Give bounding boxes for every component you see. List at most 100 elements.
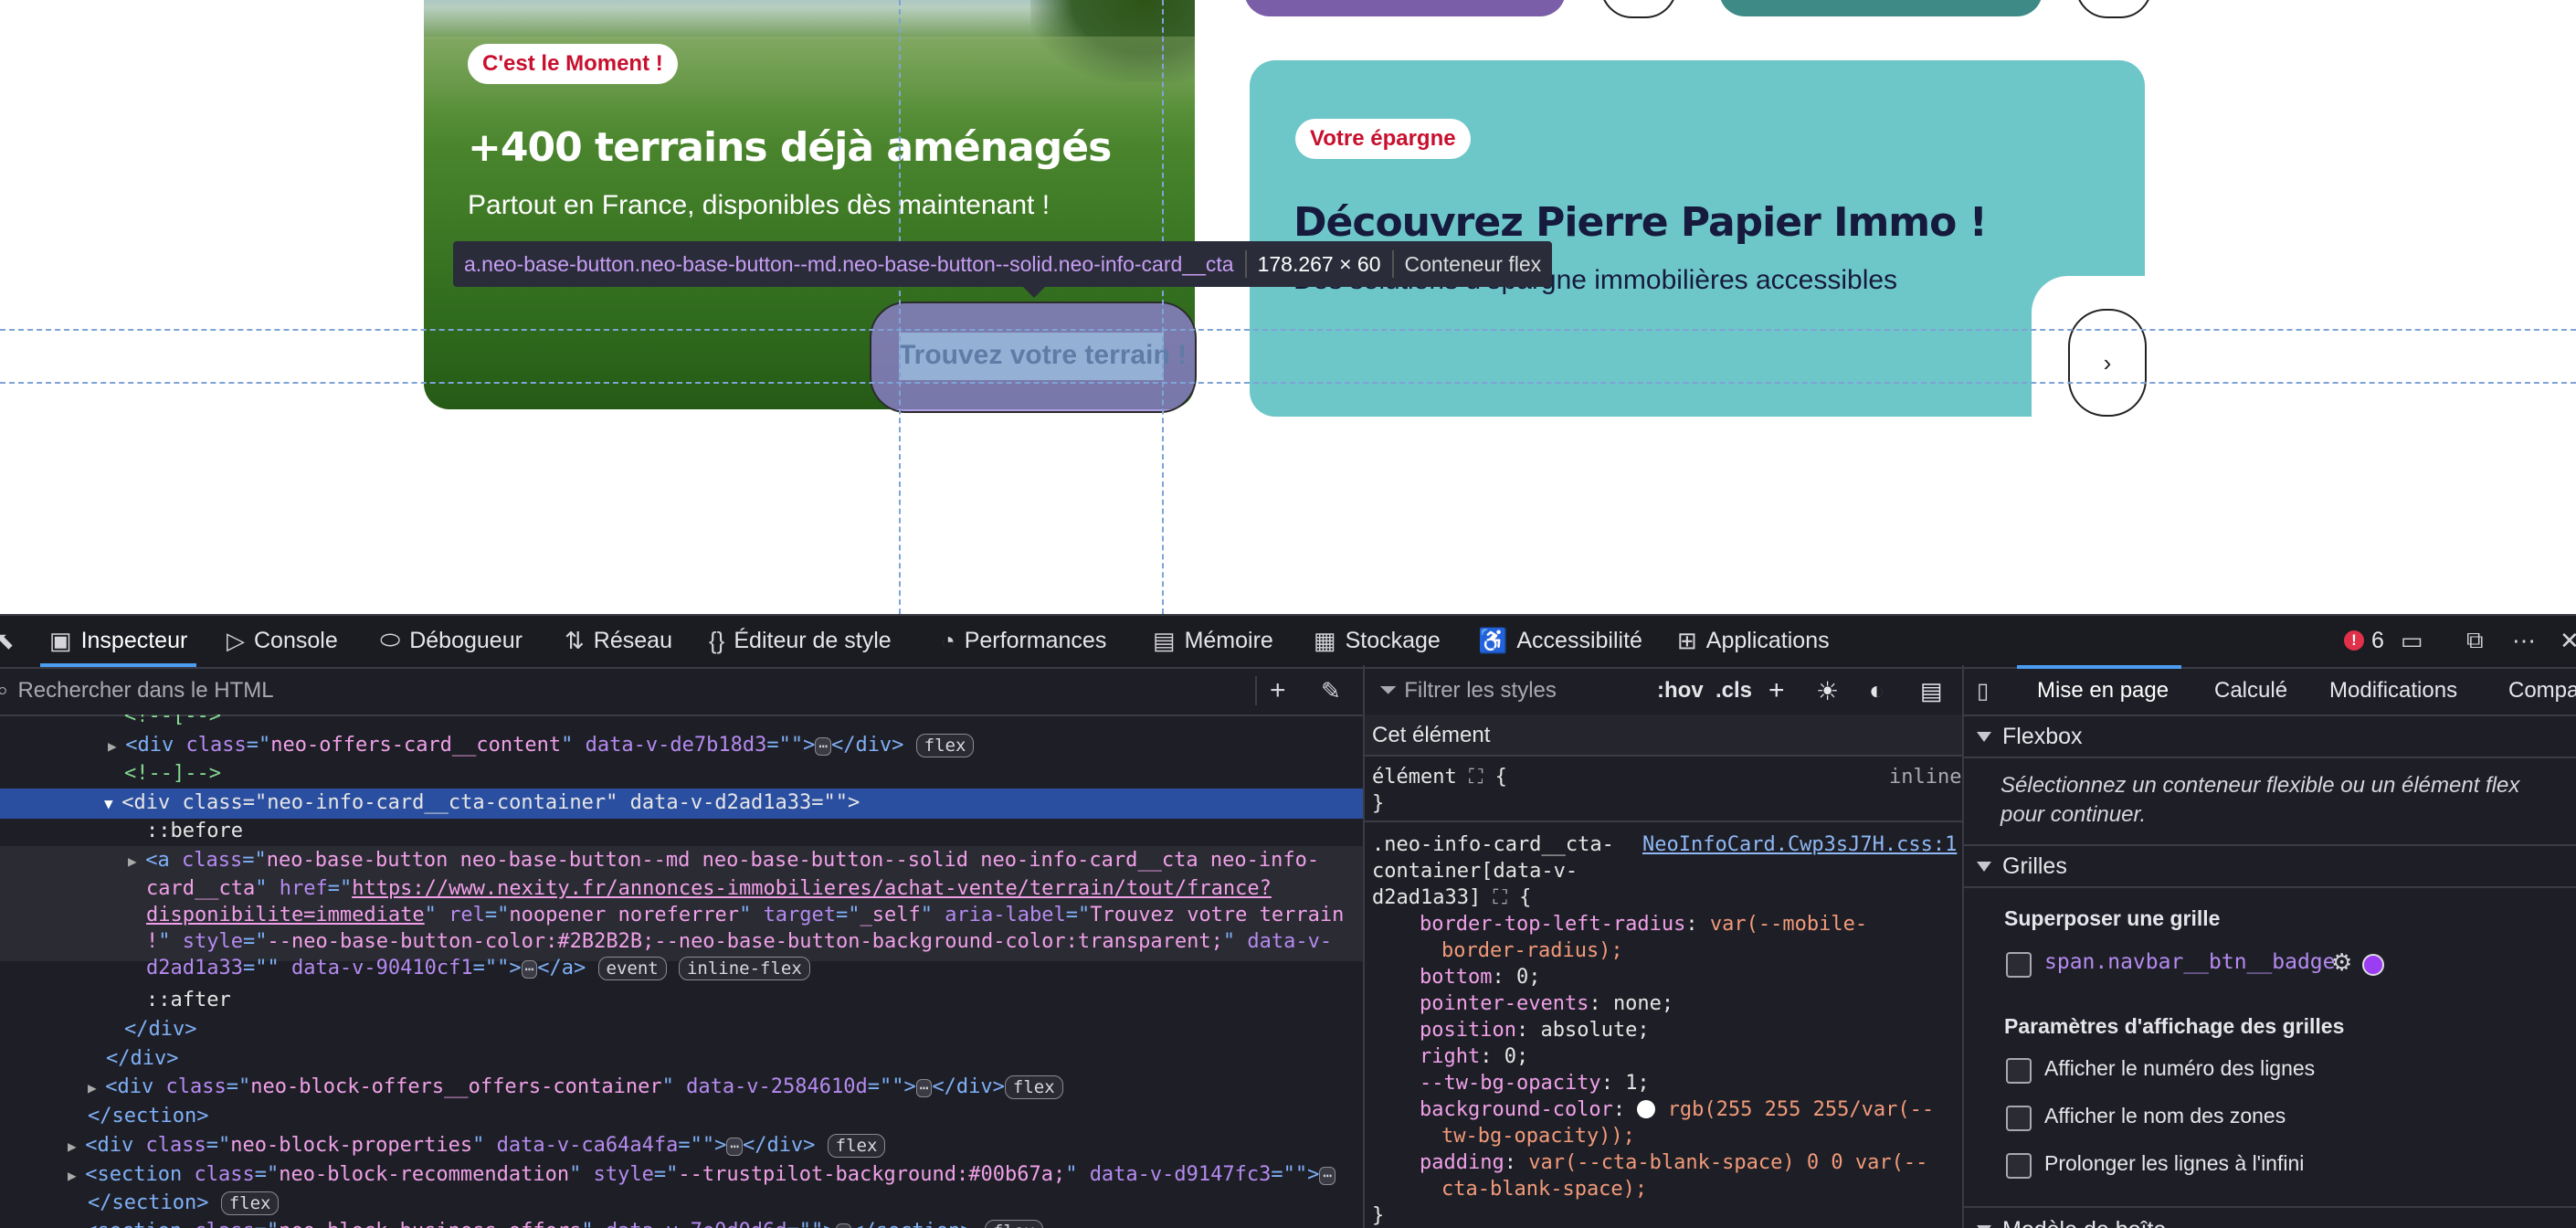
tree-line-selected[interactable]: ▼ <div class="neo-info-card__cta-contain…	[0, 789, 1363, 819]
line-numbers-checkbox[interactable]	[2006, 1058, 2032, 1084]
pick-element-button[interactable]: ⬉	[0, 625, 24, 656]
layout-panel: Flexbox Sélectionnez un conteneur flexib…	[1964, 715, 2576, 1228]
grids-section-header[interactable]: Grilles	[1977, 848, 2067, 884]
section-title: Cet élément	[1372, 723, 1491, 747]
dark-theme-icon[interactable]: ◐	[1869, 676, 1884, 705]
tab-memoire[interactable]: ▤ Mémoire	[1153, 625, 1273, 656]
tree-line[interactable]: ::before	[146, 817, 243, 846]
active-tab-indicator	[2017, 665, 2181, 669]
collapse-triangle-icon	[1977, 1224, 1991, 1228]
cls-toggle[interactable]: .cls	[1716, 678, 1752, 704]
tab-console[interactable]: ▷ Console	[227, 625, 338, 656]
highlight-target-icon[interactable]: ⚙	[2331, 948, 2352, 977]
tab-label: Console	[254, 627, 338, 653]
tab-label: Débogueur	[409, 627, 523, 653]
grid-color-swatch[interactable]	[2362, 954, 2384, 976]
tree-line[interactable]: ▶ <a class="neo-base-button neo-base-but…	[128, 846, 1319, 876]
grid-element-link[interactable]: span.navbar__btn__badge	[2044, 950, 2336, 974]
tree-line[interactable]: ▶ <section class="neo-block-recommendati…	[68, 1160, 1336, 1191]
tab-compatibilite[interactable]: Compa	[2508, 678, 2576, 704]
declaration[interactable]: padding: var(--cta-blank-space) 0 0 var(…	[1420, 1149, 1927, 1176]
tab-accessibilite[interactable]: ♿ Accessibilité	[1478, 625, 1642, 656]
declaration[interactable]: background-color: rgb(255 255 255/var(--	[1420, 1096, 1934, 1123]
storage-icon: ▦	[1314, 626, 1336, 654]
element-rule[interactable]: élément ⛶ {	[1372, 764, 1507, 790]
html-search-input[interactable]: Rechercher dans le HTML	[17, 678, 273, 704]
add-rule-icon[interactable]: +	[1768, 675, 1785, 706]
tree-line[interactable]: ▶ <div class="neo-offers-card__content" …	[108, 731, 975, 761]
declaration-cont: border-radius);	[1441, 939, 1623, 962]
area-names-checkbox[interactable]	[2006, 1106, 2032, 1131]
tab-editeur-style[interactable]: {} Éditeur de style	[709, 625, 892, 656]
tree-line[interactable]: </section>	[88, 1102, 208, 1131]
box-model-section-header[interactable]: Modèle de boîte	[1977, 1212, 2166, 1228]
tab-label: Éditeur de style	[734, 627, 892, 653]
section-divider	[1964, 1206, 2576, 1208]
tree-line[interactable]: <!--[-->	[124, 715, 221, 731]
collapse-triangle-icon	[1977, 861, 1991, 872]
declaration[interactable]: right: 0;	[1420, 1043, 1528, 1070]
purple-card-partial[interactable]	[1244, 0, 1566, 16]
flexbox-section-header[interactable]: Flexbox	[1977, 718, 2083, 755]
tree-line[interactable]: ▶ <div class="neo-block-offers__offers-c…	[88, 1073, 1063, 1103]
print-media-icon[interactable]: ▤	[1920, 677, 1943, 705]
split-console-button[interactable]: ▭	[2401, 625, 2433, 656]
teal-card-partial[interactable]	[1719, 0, 2043, 16]
grids-title: Grilles	[2002, 852, 2067, 879]
tree-line[interactable]: !" style="--neo-base-button-color:#2B2B2…	[146, 927, 1332, 957]
tab-inspecteur[interactable]: ▣ Inspecteur	[39, 625, 197, 667]
tree-line[interactable]: ▶ <section class="neo-block-business-off…	[68, 1217, 1043, 1228]
color-swatch[interactable]	[1637, 1100, 1656, 1118]
tree-line[interactable]: card__cta" href="https://www.nexity.fr/a…	[146, 874, 1272, 904]
tab-mise-en-page[interactable]: Mise en page	[2037, 678, 2169, 704]
tree-line[interactable]: ::after	[146, 986, 231, 1015]
dock-button[interactable]: ⧉	[2466, 625, 2493, 656]
tree-line[interactable]: </section> flex	[88, 1189, 280, 1218]
devtools-panel: ⬉ ▣ Inspecteur ▷ Console ⬭ Débogueur ⇅ Résea…	[0, 614, 2576, 1228]
tree-line[interactable]: d2ad1a33="" data-v-90410cf1=""> ⋯ </a> eve…	[146, 954, 810, 983]
rule-selector[interactable]: .neo-info-card__cta-	[1372, 831, 1614, 858]
toggle-sidebar-icon[interactable]: ▯	[1977, 678, 1989, 704]
light-theme-icon[interactable]: ☀	[1816, 676, 1839, 706]
tree-line[interactable]: </div>	[106, 1044, 178, 1074]
next-arrow-button[interactable]: ›	[2068, 309, 2147, 417]
declaration[interactable]: --tw-bg-opacity: 1;	[1420, 1070, 1650, 1096]
extend-lines-checkbox[interactable]	[2006, 1153, 2032, 1179]
tab-debogueur[interactable]: ⬭ Débogueur	[380, 625, 523, 656]
declaration[interactable]: border-top-left-radius: var(--mobile-	[1420, 911, 1867, 937]
tab-performances[interactable]: ◔ Performances	[941, 625, 1106, 656]
tab-modifications[interactable]: Modifications	[2329, 678, 2457, 704]
styles-filter-input[interactable]: Filtrer les styles	[1404, 678, 1557, 704]
dock-icon: ⧉	[2466, 626, 2484, 653]
close-devtools-button[interactable]: ✕	[2560, 625, 2576, 656]
error-counter[interactable]: ! 6	[2344, 625, 2384, 656]
hov-toggle[interactable]: :hov	[1657, 678, 1704, 704]
search-icon: ⌕	[0, 678, 9, 703]
tree-line[interactable]: disponibilite=immediate" rel="noopener n…	[146, 901, 1344, 930]
tab-calcule[interactable]: Calculé	[2214, 678, 2287, 704]
more-options-button[interactable]: ⋯	[2512, 625, 2545, 656]
rule-source-link[interactable]: NeoInfoCard.Cwp3sJ7H.css:1	[1642, 831, 1957, 858]
styles-filter-bar: ⏷ Filtrer les styles :hov .cls + ☀ ◐ ▤	[1365, 667, 1962, 716]
tab-label: Mémoire	[1184, 627, 1273, 653]
tree-line[interactable]: </div>	[124, 1015, 196, 1044]
declaration[interactable]: position: absolute;	[1420, 1017, 1650, 1043]
round-button-partial-1[interactable]	[1600, 0, 1677, 18]
tree-line[interactable]: <!--]-->	[124, 759, 221, 789]
tab-stockage[interactable]: ▦ Stockage	[1314, 625, 1441, 656]
round-button-partial-2[interactable]	[2075, 0, 2152, 18]
declaration[interactable]: bottom: 0;	[1420, 964, 1540, 990]
eyedropper-icon[interactable]: ✎	[1321, 677, 1341, 705]
rule-selector: d2ad1a33] ⛶ {	[1372, 886, 1532, 909]
overlay-grid-title: Superposer une grille	[2004, 906, 2221, 930]
tab-label: Inspecteur	[80, 627, 188, 653]
tab-reseau[interactable]: ⇅ Réseau	[565, 625, 672, 656]
tree-line[interactable]: ▶ <div class="neo-block-properties" data…	[68, 1131, 886, 1161]
grid-overlay-checkbox[interactable]	[2006, 952, 2032, 978]
trouvez-terrain-label: Trouvez votre terrain !	[899, 340, 1188, 370]
tab-applications[interactable]: ⊞ Applications	[1677, 625, 1830, 656]
add-node-icon[interactable]: +	[1270, 675, 1286, 706]
tooltip-selector: a.neo-base-button.neo-base-button--md.ne…	[464, 251, 1234, 276]
declaration[interactable]: pointer-events: none;	[1420, 990, 1673, 1017]
error-count: 6	[2371, 627, 2384, 653]
